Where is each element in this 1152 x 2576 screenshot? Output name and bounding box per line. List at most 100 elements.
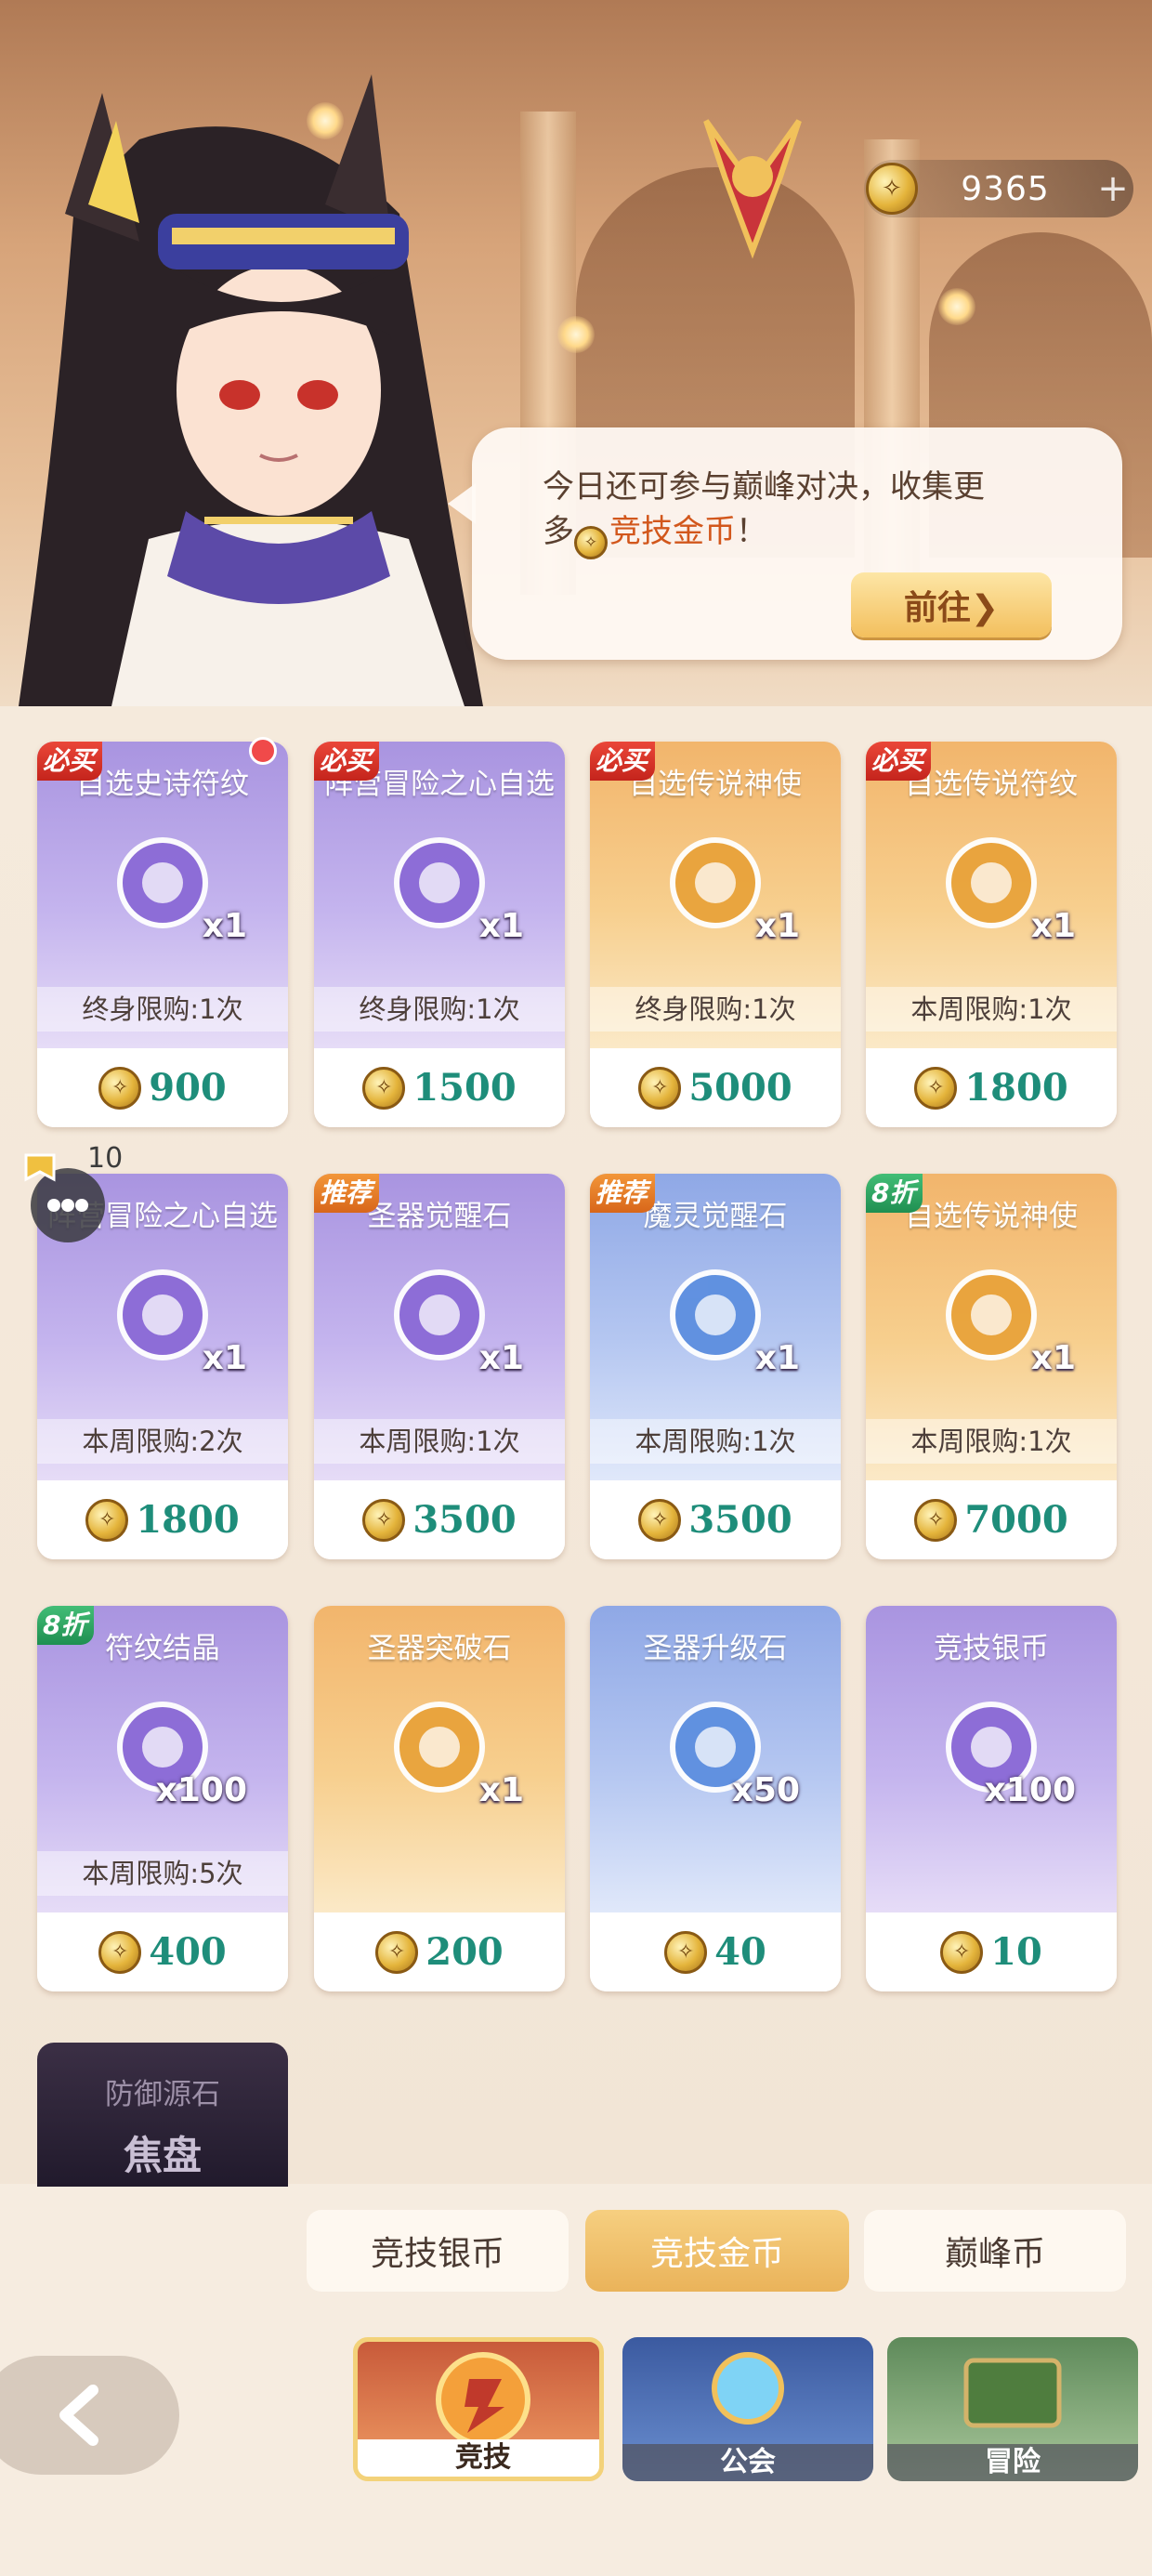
new-item-dot — [249, 737, 277, 765]
shop-card[interactable]: 自选传说符纹 x1 本周限购:1次 ✧ 1800 必买 — [866, 742, 1117, 1127]
tab-peak-coin[interactable]: 巅峰币 — [864, 2210, 1126, 2292]
shop-card-partial[interactable]: 防御源石 焦盘 — [37, 2043, 288, 2187]
promo-badge: 必买 — [37, 742, 103, 781]
price-row: ✧ 1800 — [866, 1048, 1117, 1127]
nav-tab-guild[interactable]: 公会 — [622, 2337, 873, 2481]
item-name: 圣器升级石 — [643, 1632, 788, 1665]
price-row: ✧ 5000 — [590, 1048, 841, 1127]
arena-emblem-icon — [436, 2352, 530, 2447]
nav-label: 公会 — [622, 2444, 873, 2481]
price-row: ✧ 40 — [590, 1912, 841, 1991]
price-row: ✧ 3500 — [590, 1480, 841, 1559]
back-button[interactable] — [0, 2356, 179, 2475]
shop-card[interactable]: 自选传说神使 x1 终身限购:1次 ✧ 5000 必买 — [590, 742, 841, 1127]
purchase-limit: 本周限购:1次 — [314, 1419, 565, 1464]
arena-coin-icon: ✧ — [638, 1498, 682, 1542]
purchase-limit: 终身限购:1次 — [590, 987, 841, 1032]
promo-badge: 必买 — [590, 742, 656, 781]
arena-coin-icon: ✧ — [574, 526, 608, 559]
price-row: ✧ 10 — [866, 1912, 1117, 1991]
partial-item-subtitle: 焦盘 — [123, 2133, 202, 2178]
guild-orb-icon — [712, 2352, 784, 2425]
purchase-limit: 本周限购:1次 — [590, 1419, 841, 1464]
item-quantity: x1 — [1030, 1339, 1076, 1377]
item-quantity: x1 — [1030, 907, 1076, 945]
price-row: ✧ 900 — [37, 1048, 288, 1127]
price-row: ✧ 200 — [314, 1912, 565, 1991]
price-value: 7000 — [964, 1498, 1068, 1542]
arena-coin-icon: ✧ — [940, 1930, 984, 1974]
chat-count: 10 — [87, 1142, 124, 1175]
price-row: ✧ 1500 — [314, 1048, 565, 1127]
purchase-limit: 本周限购:2次 — [37, 1419, 288, 1464]
hint-line2-suffix: ！ — [736, 513, 767, 550]
price-row: ✧ 1800 — [37, 1480, 288, 1559]
price-value: 400 — [149, 1930, 227, 1974]
promo-badge: 必买 — [314, 742, 380, 781]
price-row: ✧ 400 — [37, 1912, 288, 1991]
price-row: ✧ 7000 — [866, 1480, 1117, 1559]
shop-card[interactable]: 符纹结晶 x100 本周限购:5次 ✧ 400 8折 — [37, 1606, 288, 1991]
item-name: 竞技银币 — [934, 1632, 1049, 1665]
balance-value: 9365 — [961, 169, 1050, 208]
shop-card[interactable]: 自选史诗符纹 x1 终身限购:1次 ✧ 900 必买 — [37, 742, 288, 1127]
price-value: 40 — [714, 1930, 766, 1974]
price-value: 1800 — [964, 1066, 1068, 1110]
promo-badge: 推荐 — [590, 1174, 656, 1213]
plus-icon[interactable]: + — [1093, 167, 1133, 210]
nav-tab-arena[interactable]: 竞技 — [353, 2337, 604, 2481]
arena-coin-icon: ✧ — [914, 1498, 958, 1542]
promo-badge: 8折 — [37, 1606, 95, 1645]
item-quantity: x1 — [754, 907, 800, 945]
shop-card[interactable]: 自选传说神使 x1 本周限购:1次 ✧ 7000 8折 — [866, 1174, 1117, 1559]
nav-label: 冒险 — [887, 2444, 1138, 2481]
promo-badge: 8折 — [866, 1174, 923, 1213]
arena-coin-icon: ✧ — [362, 1498, 406, 1542]
arena-coin-icon: ✧ — [914, 1066, 958, 1110]
price-value: 5000 — [688, 1066, 792, 1110]
price-value: 3500 — [412, 1498, 517, 1542]
book-icon — [963, 2358, 1062, 2428]
hint-line2-prefix: 多 — [543, 513, 574, 550]
shop-card[interactable]: 阵营冒险之心自选 x1 终身限购:1次 ✧ 1500 必买 — [314, 742, 565, 1127]
shop-card[interactable]: 魔灵觉醒石 x1 本周限购:1次 ✧ 3500 推荐 — [590, 1174, 841, 1559]
arena-coin-icon: ✧ — [98, 1930, 142, 1974]
item-name: 圣器突破石 — [367, 1632, 512, 1665]
go-button[interactable]: 前往❯ — [851, 572, 1052, 637]
price-value: 900 — [149, 1066, 227, 1110]
purchase-limit: 本周限购:1次 — [866, 1419, 1117, 1464]
arena-coin-icon: ✧ — [85, 1498, 129, 1542]
item-quantity: x1 — [754, 1339, 800, 1377]
price-value: 10 — [990, 1930, 1042, 1974]
shop-card[interactable]: 圣器升级石 x50 ✧ 40 — [590, 1606, 841, 1991]
arena-crest-icon — [703, 119, 802, 259]
item-quantity: x1 — [478, 1339, 524, 1377]
arena-coin-icon: ✧ — [664, 1930, 708, 1974]
shop-card[interactable]: 竞技银币 x100 ✧ 10 — [866, 1606, 1117, 1991]
item-quantity: x100 — [984, 1771, 1076, 1809]
nav-tab-adventure[interactable]: 冒险 — [887, 2337, 1138, 2481]
shop-card[interactable]: 圣器觉醒石 x1 本周限购:1次 ✧ 3500 推荐 — [314, 1174, 565, 1559]
promo-badge: 推荐 — [314, 1174, 380, 1213]
item-quantity: x50 — [731, 1771, 800, 1809]
hero-banner: ✧ 9365 + 今日还可参与巅峰对决，收集更 多 ✧ 竞技金币！ 前往❯ — [0, 0, 1152, 706]
shop-card[interactable]: 圣器突破石 x1 ✧ 200 — [314, 1606, 565, 1991]
hint-bubble: 今日还可参与巅峰对决，收集更 多 ✧ 竞技金币！ 前往❯ — [448, 427, 1122, 660]
arena-coin-icon: ✧ — [98, 1066, 142, 1110]
partial-item-name: 防御源石 — [105, 2078, 220, 2111]
nav-label: 竞技 — [358, 2439, 599, 2477]
purchase-limit: 终身限购:1次 — [37, 987, 288, 1032]
chat-bubble-button[interactable]: 10 — [17, 1142, 123, 1250]
tab-arena-silver[interactable]: 竞技银币 — [307, 2210, 569, 2292]
item-quantity: x1 — [478, 907, 524, 945]
currency-balance: ✧ 9365 + — [864, 160, 1133, 217]
promo-badge: 必买 — [866, 742, 932, 781]
item-quantity: x1 — [202, 1339, 247, 1377]
price-value: 200 — [425, 1930, 504, 1974]
character-illustration — [19, 74, 483, 706]
purchase-limit: 本周限购:1次 — [866, 987, 1117, 1032]
arena-coin-icon: ✧ — [362, 1066, 406, 1110]
item-quantity: x100 — [155, 1771, 247, 1809]
tab-arena-gold[interactable]: 竞技金币 — [585, 2210, 849, 2292]
item-quantity: x1 — [202, 907, 247, 945]
